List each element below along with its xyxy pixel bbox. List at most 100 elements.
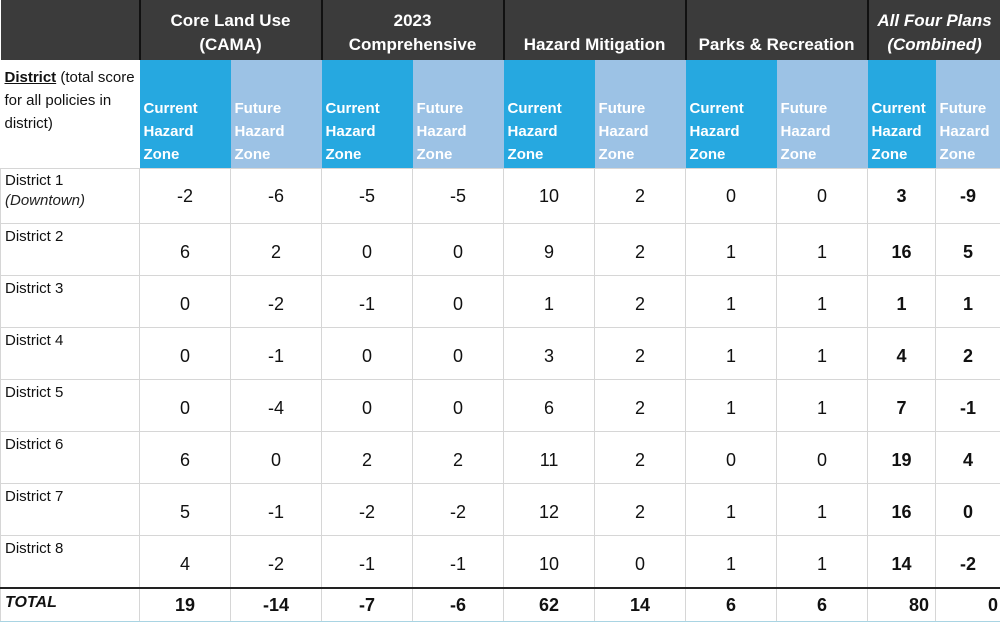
score-cell: 11 bbox=[504, 432, 595, 484]
combined-score-cell: -1 bbox=[936, 380, 1000, 432]
score-cell: -2 bbox=[231, 536, 322, 589]
district-name-cell: District 3 bbox=[1, 276, 140, 328]
score-cell: 1 bbox=[777, 484, 868, 536]
total-cell: 6 bbox=[777, 588, 868, 622]
plan-title: Hazard Mitigation bbox=[524, 35, 666, 54]
zone-header-row: District (total score for all policies i… bbox=[1, 60, 1000, 169]
zone-header-current: CurrentHazardZone bbox=[140, 60, 231, 169]
score-cell: 0 bbox=[140, 380, 231, 432]
total-cell: 6 bbox=[686, 588, 777, 622]
score-cell: 0 bbox=[413, 380, 504, 432]
score-cell: -1 bbox=[413, 536, 504, 589]
score-cell: 1 bbox=[777, 328, 868, 380]
score-cell: 1 bbox=[777, 224, 868, 276]
district-subtitle: (Downtown) bbox=[5, 192, 85, 209]
district-name: District 3 bbox=[5, 280, 63, 297]
score-cell: -1 bbox=[322, 536, 413, 589]
score-cell: 10 bbox=[504, 536, 595, 589]
district-name: District 1 bbox=[5, 172, 63, 189]
combined-score-cell: 1 bbox=[936, 276, 1000, 328]
table-row: District 50-40062117-1 bbox=[1, 380, 1000, 432]
score-cell: -2 bbox=[322, 484, 413, 536]
score-cell: -2 bbox=[413, 484, 504, 536]
district-name-cell: District 4 bbox=[1, 328, 140, 380]
score-cell: 2 bbox=[595, 169, 686, 224]
table-row: District 30-2-10121111 bbox=[1, 276, 1000, 328]
zone-header-current: CurrentHazardZone bbox=[868, 60, 936, 169]
plan-title-line2: (CAMA) bbox=[199, 35, 261, 54]
total-row: TOTAL19-14-7-6621466800 bbox=[1, 588, 1000, 622]
table-row: District 262009211165 bbox=[1, 224, 1000, 276]
zone-header-future: FutureHazardZone bbox=[777, 60, 868, 169]
score-cell: -2 bbox=[140, 169, 231, 224]
score-cell: 10 bbox=[504, 169, 595, 224]
table-row: District 6602211200194 bbox=[1, 432, 1000, 484]
district-name: District 7 bbox=[5, 488, 63, 505]
score-cell: 6 bbox=[140, 432, 231, 484]
score-cell: 2 bbox=[595, 484, 686, 536]
combined-score-cell: 5 bbox=[936, 224, 1000, 276]
score-cell: 0 bbox=[777, 432, 868, 484]
district-column-header: District (total score for all policies i… bbox=[1, 60, 140, 169]
total-cell: 0 bbox=[936, 588, 1000, 622]
score-cell: 1 bbox=[686, 484, 777, 536]
total-cell: -6 bbox=[413, 588, 504, 622]
combined-score-cell: -2 bbox=[936, 536, 1000, 589]
district-name-cell: District 1 (Downtown) bbox=[1, 169, 140, 224]
score-cell: 2 bbox=[595, 380, 686, 432]
district-name-cell: District 5 bbox=[1, 380, 140, 432]
hazard-score-table: Core Land Use(CAMA) 2023Comprehensive Ha… bbox=[0, 0, 1000, 622]
district-name: District 2 bbox=[5, 228, 63, 245]
score-cell: 1 bbox=[777, 380, 868, 432]
combined-score-cell: 4 bbox=[868, 328, 936, 380]
score-cell: -4 bbox=[231, 380, 322, 432]
score-cell: 2 bbox=[595, 224, 686, 276]
score-cell: 0 bbox=[686, 432, 777, 484]
plan-header-hazard-mitigation: Hazard Mitigation bbox=[504, 0, 686, 60]
score-cell: 6 bbox=[140, 224, 231, 276]
score-cell: -1 bbox=[231, 328, 322, 380]
score-cell: 2 bbox=[322, 432, 413, 484]
zone-header-future: FutureHazardZone bbox=[231, 60, 322, 169]
district-name: District 5 bbox=[5, 384, 63, 401]
total-label: TOTAL bbox=[1, 588, 140, 622]
combined-score-cell: 4 bbox=[936, 432, 1000, 484]
combined-score-cell: 14 bbox=[868, 536, 936, 589]
score-cell: 0 bbox=[322, 224, 413, 276]
zone-header-current: CurrentHazardZone bbox=[504, 60, 595, 169]
score-cell: 0 bbox=[413, 224, 504, 276]
plan-title-line1: 2023 bbox=[394, 11, 432, 30]
score-cell: 0 bbox=[322, 380, 413, 432]
plan-title-line1: All Four Plans bbox=[877, 11, 991, 30]
score-cell: 12 bbox=[504, 484, 595, 536]
score-cell: 1 bbox=[686, 380, 777, 432]
score-cell: -5 bbox=[413, 169, 504, 224]
combined-score-cell: 1 bbox=[868, 276, 936, 328]
score-cell: -1 bbox=[322, 276, 413, 328]
score-cell: 0 bbox=[322, 328, 413, 380]
score-cell: 0 bbox=[413, 276, 504, 328]
combined-score-cell: 2 bbox=[936, 328, 1000, 380]
score-cell: 1 bbox=[686, 536, 777, 589]
total-cell: 80 bbox=[868, 588, 936, 622]
combined-score-cell: 19 bbox=[868, 432, 936, 484]
score-cell: 1 bbox=[686, 328, 777, 380]
score-cell: 2 bbox=[413, 432, 504, 484]
zone-header-future: FutureHazardZone bbox=[413, 60, 504, 169]
district-name-cell: District 6 bbox=[1, 432, 140, 484]
score-cell: 6 bbox=[504, 380, 595, 432]
score-cell: 0 bbox=[231, 432, 322, 484]
plan-title-line2: Comprehensive bbox=[349, 35, 477, 54]
district-label: District bbox=[5, 69, 57, 86]
score-cell: 3 bbox=[504, 328, 595, 380]
score-cell: 1 bbox=[777, 536, 868, 589]
table-row: District 84-2-1-11001114-2 bbox=[1, 536, 1000, 589]
table-row: District 40-100321142 bbox=[1, 328, 1000, 380]
score-cell: 1 bbox=[686, 276, 777, 328]
score-cell: 0 bbox=[686, 169, 777, 224]
score-cell: 4 bbox=[140, 536, 231, 589]
score-cell: 2 bbox=[231, 224, 322, 276]
zone-header-current: CurrentHazardZone bbox=[322, 60, 413, 169]
combined-score-cell: 16 bbox=[868, 224, 936, 276]
total-cell: 14 bbox=[595, 588, 686, 622]
